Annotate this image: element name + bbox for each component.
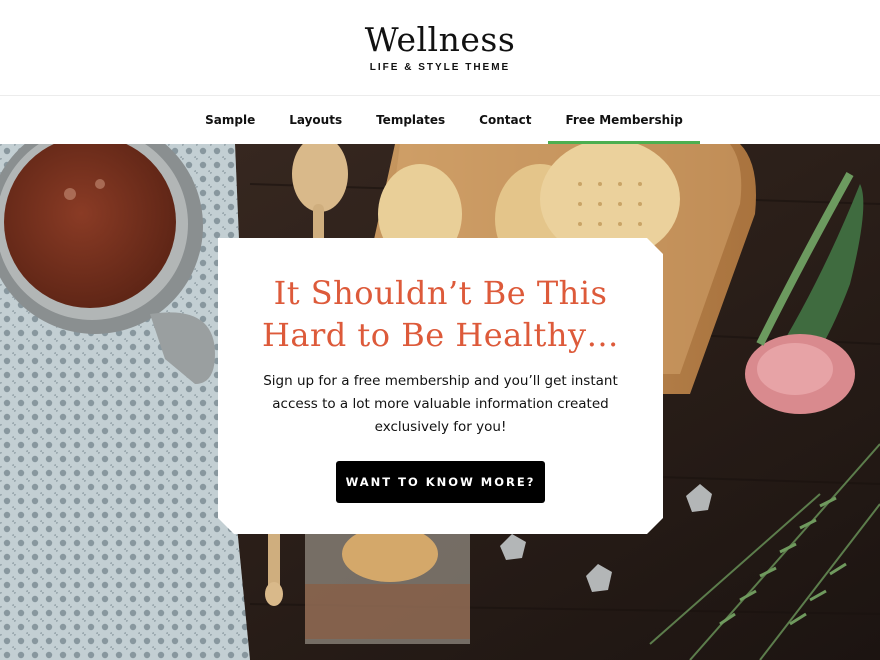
main-nav: Sample Layouts Templates Contact Free Me…: [0, 97, 880, 144]
nav-item-contact[interactable]: Contact: [462, 97, 548, 144]
site-title[interactable]: Wellness: [0, 20, 880, 59]
hero-section: It Shouldn’t Be This Hard to Be Healthy……: [0, 144, 880, 660]
nav-item-free-membership[interactable]: Free Membership: [548, 97, 701, 144]
hero-description: Sign up for a free membership and you’ll…: [248, 370, 633, 439]
nav-item-templates[interactable]: Templates: [359, 97, 462, 144]
hero-description-line-3: exclusively for you!: [374, 419, 507, 435]
nav-list: Sample Layouts Templates Contact Free Me…: [0, 97, 880, 144]
hero-card: It Shouldn’t Be This Hard to Be Healthy……: [218, 238, 663, 534]
hero-description-line-1: Sign up for a free membership and you’ll…: [263, 373, 618, 389]
site-tagline: LIFE & STYLE THEME: [369, 62, 511, 73]
nav-item-sample[interactable]: Sample: [188, 97, 272, 144]
want-to-know-more-button[interactable]: WANT TO KNOW MORE?: [336, 461, 545, 503]
site-header: Wellness LIFE & STYLE THEME: [0, 0, 880, 96]
hero-title-line-1: It Shouldn’t Be This: [273, 274, 608, 312]
hero-title-line-2: Hard to Be Healthy…: [261, 316, 620, 354]
nav-item-layouts[interactable]: Layouts: [272, 97, 359, 144]
hero-description-line-2: access to a lot more valuable informatio…: [272, 396, 609, 412]
hero-title: It Shouldn’t Be This Hard to Be Healthy…: [218, 272, 663, 356]
